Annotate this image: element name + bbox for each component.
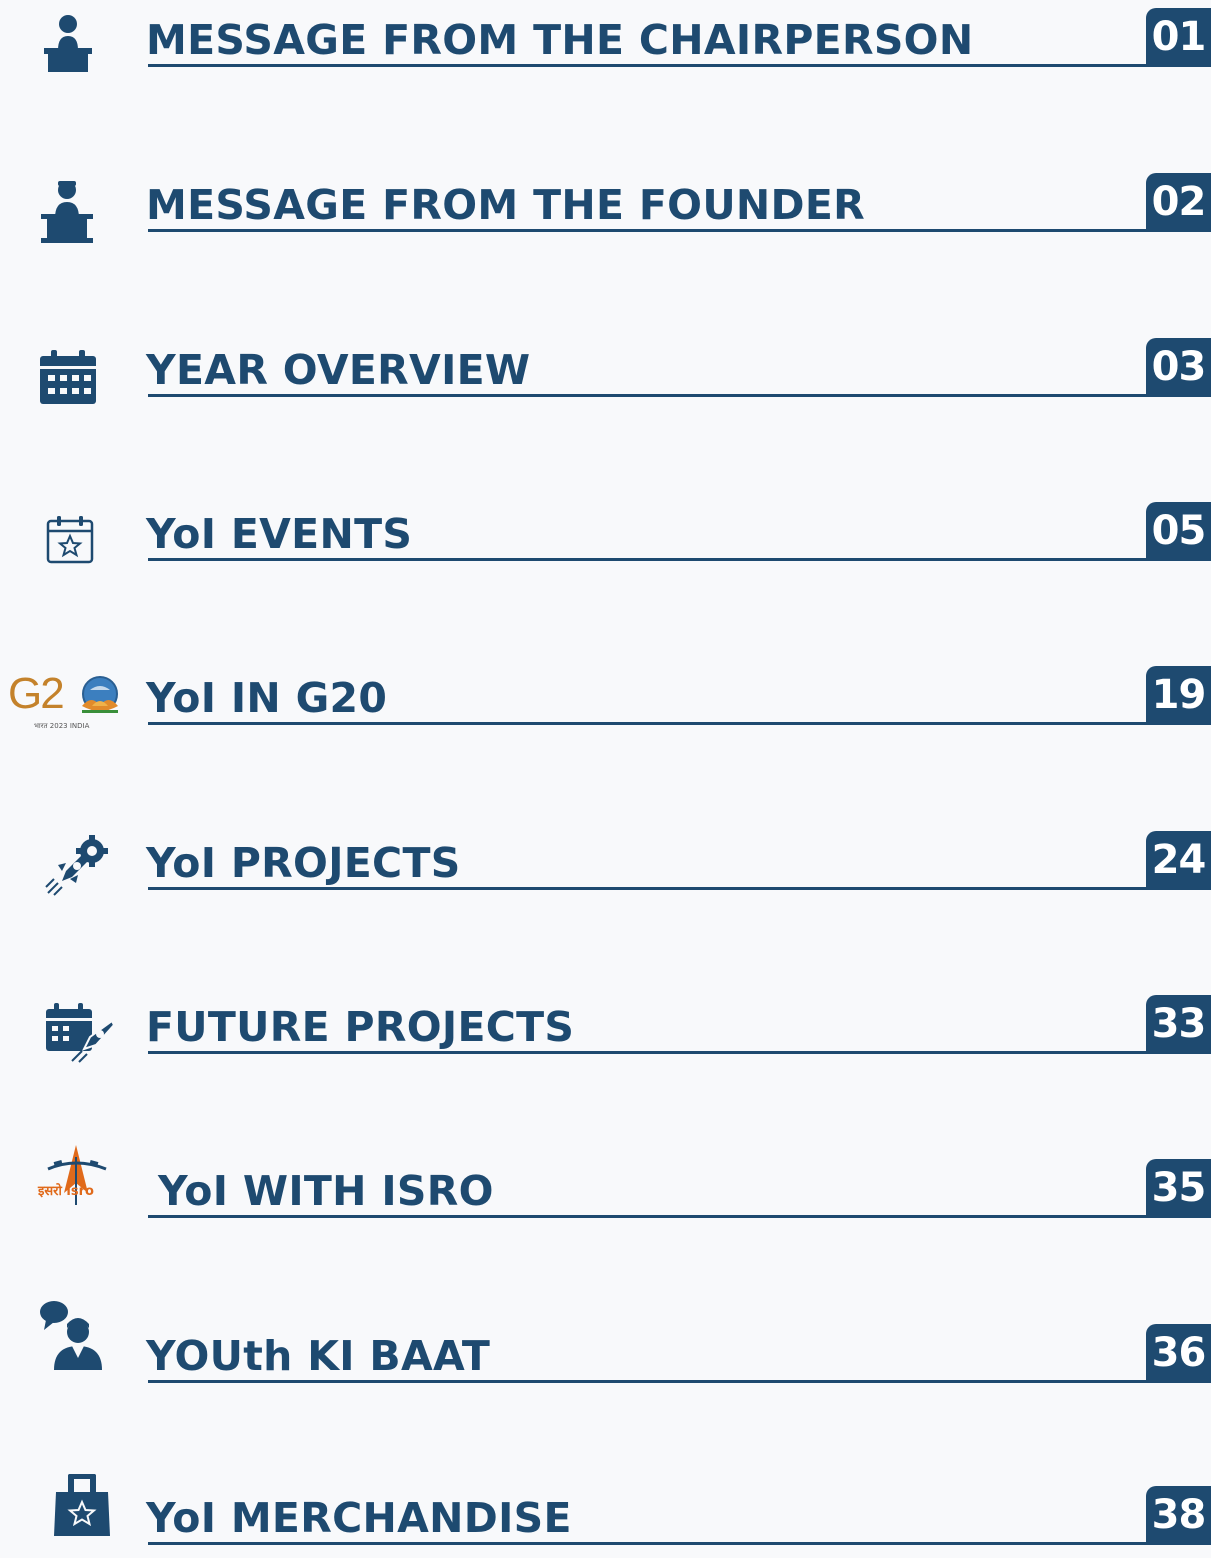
isro-wordmark: इसरो isro xyxy=(38,1184,94,1199)
shopping-bag-star-icon xyxy=(0,1474,140,1558)
g20-wordmark: G2 xyxy=(8,669,65,718)
chairperson-podium-icon xyxy=(0,0,140,80)
toc-divider xyxy=(148,394,1148,397)
page-number-badge: 24 xyxy=(1146,831,1211,890)
toc-item-title: MESSAGE FROM THE FOUNDER xyxy=(146,181,866,229)
toc-divider xyxy=(148,1542,1148,1545)
toc-divider xyxy=(148,64,1148,67)
toc-item-g20[interactable]: G2 भारत 2023 INDIA YoI IN G20 19 xyxy=(0,658,1211,738)
page-number-badge: 35 xyxy=(1146,1159,1211,1218)
g20-tagline: भारत 2023 INDIA xyxy=(34,722,90,730)
toc-item-title: FUTURE PROJECTS xyxy=(146,1003,575,1051)
toc-item-merchandise[interactable]: YoI MERCHANDISE 38 xyxy=(0,1474,1211,1558)
calendar-icon xyxy=(0,330,140,410)
toc-item-title: YoI PROJECTS xyxy=(146,839,461,887)
isro-emblem-icon xyxy=(47,1145,107,1205)
calendar-star-icon xyxy=(0,494,140,574)
toc-divider xyxy=(148,1051,1148,1054)
page-number-badge: 01 xyxy=(1146,8,1211,67)
toc-item-title: YEAR OVERVIEW xyxy=(146,346,531,394)
toc-divider xyxy=(148,722,1148,725)
toc-item-title: YoI EVENTS xyxy=(146,510,413,558)
toc-item-events[interactable]: YoI EVENTS 05 xyxy=(0,494,1211,574)
toc-item-projects[interactable]: YoI PROJECTS 24 xyxy=(0,823,1211,903)
toc-divider xyxy=(148,1380,1148,1383)
toc-item-chairperson[interactable]: MESSAGE FROM THE CHAIRPERSON 01 xyxy=(0,0,1211,80)
toc-item-year-overview[interactable]: YEAR OVERVIEW 03 xyxy=(0,330,1211,410)
page-number-badge: 02 xyxy=(1146,173,1211,232)
page-number-badge: 03 xyxy=(1146,338,1211,397)
toc-divider xyxy=(148,887,1148,890)
toc-item-title: YoI IN G20 xyxy=(146,674,388,722)
founder-podium-icon xyxy=(0,165,140,245)
toc-item-title: YOUth KI BAAT xyxy=(146,1332,491,1380)
toc-item-youth-ki-baat[interactable]: YOUth KI BAAT 36 xyxy=(0,1301,1211,1396)
speaking-person-icon xyxy=(0,1301,140,1396)
page-number-badge: 05 xyxy=(1146,502,1211,561)
toc-item-isro[interactable]: इसरो isro YoI WITH ISRO 35 xyxy=(0,1145,1211,1231)
rocket-gear-icon xyxy=(0,823,140,903)
page-number-badge: 33 xyxy=(1146,995,1211,1054)
isro-logo-icon: इसरो isro xyxy=(0,1145,140,1231)
calendar-rocket-icon xyxy=(0,987,140,1067)
toc-item-title: YoI WITH ISRO xyxy=(158,1167,494,1215)
toc-item-title: YoI MERCHANDISE xyxy=(146,1494,572,1542)
toc-item-future-projects[interactable]: FUTURE PROJECTS 33 xyxy=(0,987,1211,1067)
page-number-badge: 36 xyxy=(1146,1324,1211,1383)
page-number-badge: 19 xyxy=(1146,666,1211,725)
toc-item-founder[interactable]: MESSAGE FROM THE FOUNDER 02 xyxy=(0,165,1211,245)
toc-divider xyxy=(148,558,1148,561)
toc-divider xyxy=(148,229,1148,232)
g20-logo-icon: G2 भारत 2023 INDIA xyxy=(0,658,140,738)
toc-divider xyxy=(148,1215,1148,1218)
lotus-globe-icon xyxy=(82,676,118,713)
toc-item-title: MESSAGE FROM THE CHAIRPERSON xyxy=(146,16,974,64)
page-number-badge: 38 xyxy=(1146,1486,1211,1545)
